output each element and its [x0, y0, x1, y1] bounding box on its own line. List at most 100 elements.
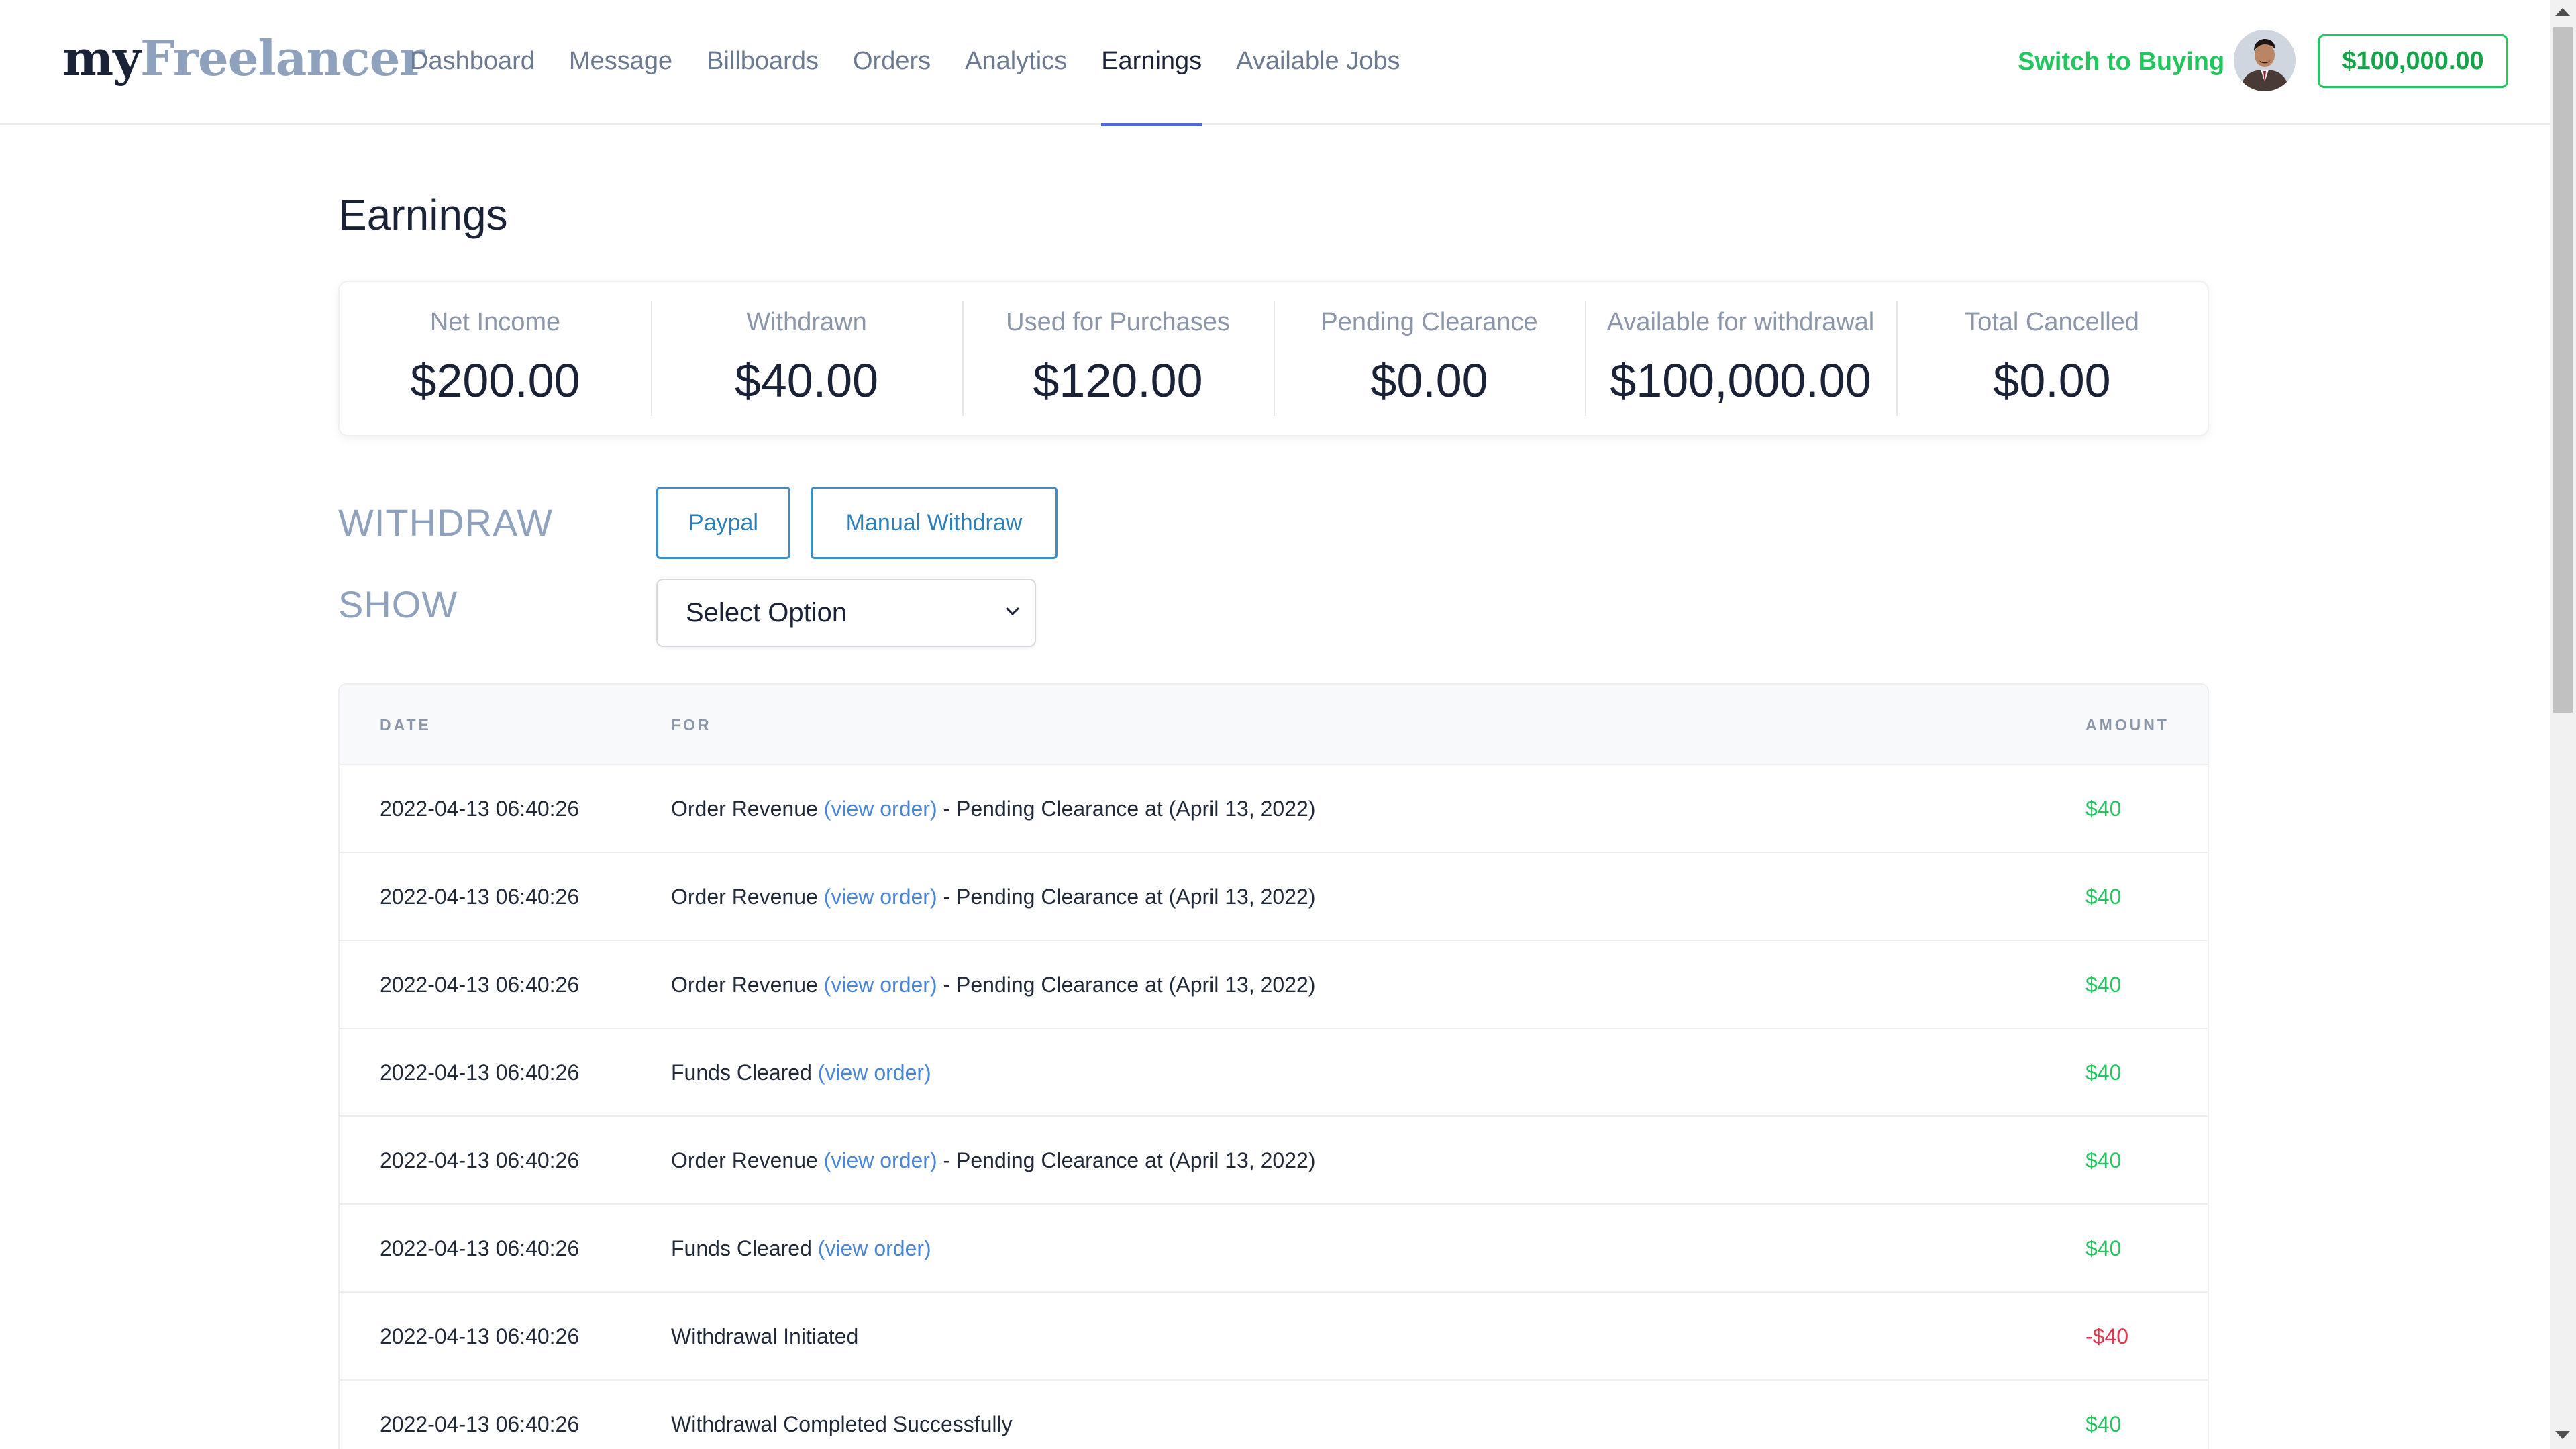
row-description-text: Withdrawal Initiated: [671, 1324, 859, 1348]
brand-logo[interactable]: myFreelancer: [62, 28, 425, 89]
row-description-text: Order Revenue: [671, 797, 824, 821]
main-nav: Dashboard Message Billboards Orders Anal…: [410, 0, 1435, 126]
stat-pending-clearance: Pending Clearance $0.00: [1274, 282, 1585, 435]
stat-total-cancelled: Total Cancelled $0.00: [1896, 282, 2208, 435]
table-row: 2022-04-13 06:40:26 Order Revenue (view …: [340, 1117, 2208, 1205]
scroll-up-arrow-icon[interactable]: [2555, 8, 2570, 16]
table-header: DATE FOR AMOUNT: [340, 685, 2208, 765]
row-date: 2022-04-13 06:40:26: [380, 797, 580, 821]
scrollbar-thumb[interactable]: [2553, 27, 2573, 713]
row-description-suffix: - Pending Clearance at (April 13, 2022): [937, 797, 1316, 821]
nav-item-message[interactable]: Message: [569, 0, 672, 125]
nav-item-earnings[interactable]: Earnings: [1101, 0, 1202, 126]
stat-value: $0.00: [1993, 354, 2111, 407]
column-header-amount: AMOUNT: [2085, 716, 2169, 734]
nav-item-analytics[interactable]: Analytics: [965, 0, 1067, 125]
stat-label: Net Income: [429, 308, 561, 336]
row-date: 2022-04-13 06:40:26: [380, 972, 580, 997]
brand-logo-freelancer: Freelancer: [140, 30, 425, 87]
row-description: Order Revenue (view order) - Pending Cle…: [671, 1117, 1315, 1205]
table-row: 2022-04-13 06:40:26 Withdrawal Completed…: [340, 1381, 2208, 1449]
stat-value: $200.00: [410, 354, 580, 407]
page-title: Earnings: [338, 191, 508, 239]
stat-net-income: Net Income $200.00: [340, 282, 651, 435]
row-description: Order Revenue (view order) - Pending Cle…: [671, 853, 1315, 941]
top-navbar: myFreelancer Dashboard Message Billboard…: [0, 0, 2550, 126]
row-description: Order Revenue (view order) - Pending Cle…: [671, 765, 1315, 853]
table-row: 2022-04-13 06:40:26 Funds Cleared (view …: [340, 1029, 2208, 1117]
row-date: 2022-04-13 06:40:26: [380, 1236, 580, 1260]
table-row: 2022-04-13 06:40:26 Order Revenue (view …: [340, 853, 2208, 941]
row-date: 2022-04-13 06:40:26: [380, 885, 580, 909]
show-label: SHOW: [338, 583, 458, 626]
stat-value: $40.00: [734, 354, 879, 407]
table-row: 2022-04-13 06:40:26 Order Revenue (view …: [340, 941, 2208, 1029]
stat-label: Total Cancelled: [1965, 308, 2139, 336]
nav-item-dashboard[interactable]: Dashboard: [410, 0, 535, 125]
row-description-text: Order Revenue: [671, 1148, 824, 1172]
view-order-link[interactable]: (view order): [818, 1060, 931, 1085]
view-order-link[interactable]: (view order): [824, 885, 937, 909]
column-header-for: FOR: [671, 716, 712, 734]
table-row: 2022-04-13 06:40:26 Funds Cleared (view …: [340, 1205, 2208, 1293]
row-date: 2022-04-13 06:40:26: [380, 1324, 580, 1348]
row-description-text: Order Revenue: [671, 885, 824, 909]
row-description: Funds Cleared (view order): [671, 1205, 931, 1293]
withdraw-label: WITHDRAW: [338, 501, 554, 544]
stat-withdrawn: Withdrawn $40.00: [651, 282, 962, 435]
row-amount: -$40: [2085, 1324, 2129, 1348]
row-description: Order Revenue (view order) - Pending Cle…: [671, 941, 1315, 1029]
row-description: Funds Cleared (view order): [671, 1029, 931, 1117]
chevron-down-icon: [1006, 607, 1019, 615]
paypal-withdraw-button[interactable]: Paypal: [656, 487, 790, 559]
stat-available-for-withdrawal: Available for withdrawal $100,000.00: [1585, 282, 1896, 435]
row-amount: $40: [2085, 972, 2122, 997]
view-order-link[interactable]: (view order): [824, 1148, 937, 1172]
balance-button[interactable]: $100,000.00: [2318, 34, 2508, 88]
nav-item-available-jobs[interactable]: Available Jobs: [1236, 0, 1400, 125]
avatar-portrait-icon: [2234, 30, 2296, 91]
row-description-suffix: - Pending Clearance at (April 13, 2022): [937, 885, 1316, 909]
row-description-suffix: - Pending Clearance at (April 13, 2022): [937, 972, 1316, 997]
stat-label: Withdrawn: [746, 308, 867, 336]
manual-withdraw-button[interactable]: Manual Withdraw: [811, 487, 1058, 559]
view-order-link[interactable]: (view order): [818, 1236, 931, 1260]
row-description-text: Withdrawal Completed Successfully: [671, 1412, 1013, 1436]
view-order-link[interactable]: (view order): [824, 797, 937, 821]
earnings-summary-card: Net Income $200.00 Withdrawn $40.00 Used…: [338, 281, 2209, 436]
stat-value: $100,000.00: [1610, 354, 1871, 407]
switch-to-buying-link[interactable]: Switch to Buying: [2018, 43, 2224, 81]
row-description-text: Funds Cleared: [671, 1236, 818, 1260]
row-date: 2022-04-13 06:40:26: [380, 1060, 580, 1085]
stat-label: Pending Clearance: [1321, 308, 1538, 336]
table-row: 2022-04-13 06:40:26 Withdrawal Initiated…: [340, 1293, 2208, 1381]
row-amount: $40: [2085, 885, 2122, 909]
row-amount: $40: [2085, 1412, 2122, 1436]
row-description: Withdrawal Completed Successfully: [671, 1381, 1013, 1449]
row-amount: $40: [2085, 1060, 2122, 1085]
table-row: 2022-04-13 06:40:26 Order Revenue (view …: [340, 765, 2208, 853]
row-description-text: Funds Cleared: [671, 1060, 818, 1085]
row-description-suffix: - Pending Clearance at (April 13, 2022): [937, 1148, 1316, 1172]
nav-item-billboards[interactable]: Billboards: [707, 0, 819, 125]
row-amount: $40: [2085, 1236, 2122, 1260]
row-description: Withdrawal Initiated: [671, 1293, 858, 1381]
user-avatar[interactable]: [2234, 30, 2296, 91]
row-amount: $40: [2085, 797, 2122, 821]
column-header-date: DATE: [380, 716, 431, 734]
stat-label: Used for Purchases: [1006, 308, 1230, 336]
earnings-table: DATE FOR AMOUNT 2022-04-13 06:40:26 Orde…: [338, 683, 2209, 1449]
scroll-down-arrow-icon[interactable]: [2555, 1431, 2570, 1439]
stat-value: $0.00: [1370, 354, 1488, 407]
row-date: 2022-04-13 06:40:26: [380, 1148, 580, 1172]
show-filter-select[interactable]: Select Option: [656, 579, 1036, 647]
row-amount: $40: [2085, 1148, 2122, 1172]
brand-logo-my: my: [62, 30, 141, 87]
stat-used-for-purchases: Used for Purchases $120.00: [962, 282, 1274, 435]
row-date: 2022-04-13 06:40:26: [380, 1412, 580, 1436]
nav-item-orders[interactable]: Orders: [853, 0, 931, 125]
stat-value: $120.00: [1033, 354, 1203, 407]
view-order-link[interactable]: (view order): [824, 972, 937, 997]
show-filter-selected-value: Select Option: [686, 598, 847, 628]
row-description-text: Order Revenue: [671, 972, 824, 997]
